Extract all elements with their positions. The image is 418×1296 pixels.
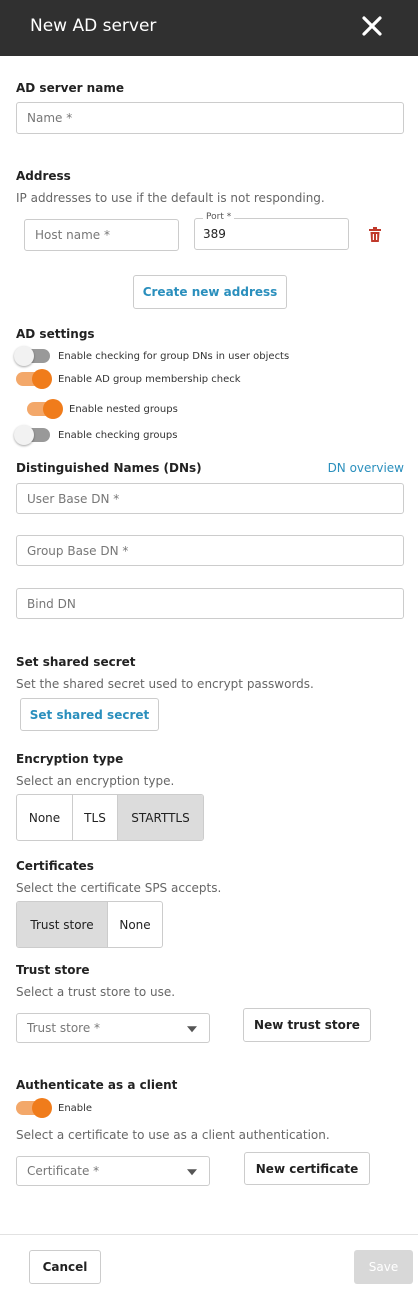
user-base-dn-placeholder: User Base DN * (27, 491, 120, 506)
certificates-description: Select the certificate SPS accepts. (16, 881, 222, 895)
shared-secret-description: Set the shared secret used to encrypt pa… (16, 677, 314, 691)
toggle-knob (14, 346, 34, 366)
toggle-row-group-dns: Enable checking for group DNs in user ob… (14, 346, 290, 366)
trust-store-select[interactable]: Trust store * (16, 1013, 210, 1043)
chevron-down-icon (187, 1169, 197, 1176)
group-base-dn-input[interactable]: Group Base DN * (16, 535, 404, 566)
nested-groups-toggle-label: Enable nested groups (69, 403, 178, 415)
certificates-selector: Trust store None (16, 901, 163, 948)
bind-dn-placeholder: Bind DN (27, 596, 76, 611)
client-auth-toggle-label: Enable (58, 1102, 93, 1114)
client-auth-description: Select a certificate to use as a client … (16, 1128, 330, 1142)
chevron-down-icon (187, 1026, 197, 1033)
group-dns-toggle[interactable] (14, 346, 50, 366)
trust-store-description: Select a trust store to use. (16, 985, 176, 999)
toggle-knob (43, 399, 63, 419)
group-dns-toggle-label: Enable checking for group DNs in user ob… (58, 350, 290, 362)
ad-server-name-title: AD server name (16, 81, 124, 95)
dn-overview-link[interactable]: DN overview (328, 461, 404, 475)
create-new-address-button[interactable]: Create new address (133, 275, 287, 309)
set-shared-secret-button[interactable]: Set shared secret (20, 698, 159, 731)
checking-groups-toggle[interactable] (14, 425, 50, 445)
dialog-title: New AD server (30, 16, 157, 36)
trust-store-title: Trust store (16, 963, 90, 977)
encryption-option-tls[interactable]: TLS (73, 795, 118, 840)
port-value: 389 (203, 227, 226, 241)
membership-check-toggle-label: Enable AD group membership check (58, 373, 241, 385)
close-icon[interactable] (360, 14, 384, 38)
nested-groups-toggle[interactable] (27, 399, 63, 419)
client-auth-toggle[interactable] (16, 1098, 52, 1118)
encryption-title: Encryption type (16, 752, 124, 766)
membership-check-toggle[interactable] (16, 369, 52, 389)
ad-settings-title: AD settings (16, 327, 95, 341)
address-title: Address (16, 169, 71, 183)
toggle-knob (32, 1098, 52, 1118)
certificates-option-trust-store[interactable]: Trust store (17, 902, 108, 947)
dns-title: Distinguished Names (DNs) (16, 461, 202, 475)
toggle-knob (14, 425, 34, 445)
encryption-description: Select an encryption type. (16, 774, 175, 788)
cancel-button[interactable]: Cancel (29, 1250, 101, 1284)
port-label: Port * (203, 212, 235, 222)
certificate-select[interactable]: Certificate * (16, 1156, 210, 1186)
toggle-row-client-auth: Enable (16, 1098, 93, 1118)
encryption-selector: None TLS STARTTLS (16, 794, 204, 841)
encryption-option-none[interactable]: None (17, 795, 73, 840)
host-name-placeholder: Host name * (35, 228, 110, 242)
address-description: IP addresses to use if the default is no… (16, 191, 325, 205)
name-placeholder: Name * (27, 111, 73, 125)
shared-secret-title: Set shared secret (16, 655, 136, 669)
footer-divider (0, 1234, 418, 1235)
host-name-input[interactable]: Host name * (24, 219, 179, 251)
port-input[interactable]: Port * 389 (194, 212, 349, 250)
trust-store-placeholder: Trust store * (27, 1021, 101, 1035)
new-certificate-button[interactable]: New certificate (244, 1152, 370, 1185)
dialog-header: New AD server (0, 0, 418, 56)
new-trust-store-button[interactable]: New trust store (243, 1008, 371, 1042)
bind-dn-input[interactable]: Bind DN (16, 588, 404, 619)
save-button[interactable]: Save (354, 1250, 413, 1284)
name-input[interactable]: Name * (16, 102, 404, 134)
group-base-dn-placeholder: Group Base DN * (27, 543, 129, 558)
user-base-dn-input[interactable]: User Base DN * (16, 483, 404, 514)
certificates-option-none[interactable]: None (108, 902, 162, 947)
trash-icon[interactable] (368, 227, 382, 243)
checking-groups-toggle-label: Enable checking groups (58, 429, 178, 441)
toggle-knob (32, 369, 52, 389)
client-auth-title: Authenticate as a client (16, 1078, 178, 1092)
certificates-title: Certificates (16, 859, 94, 873)
toggle-row-membership: Enable AD group membership check (16, 369, 241, 389)
certificate-placeholder: Certificate * (27, 1164, 100, 1178)
encryption-option-starttls[interactable]: STARTTLS (118, 795, 203, 840)
toggle-row-checking-groups: Enable checking groups (14, 425, 178, 445)
toggle-row-nested: Enable nested groups (27, 399, 178, 419)
